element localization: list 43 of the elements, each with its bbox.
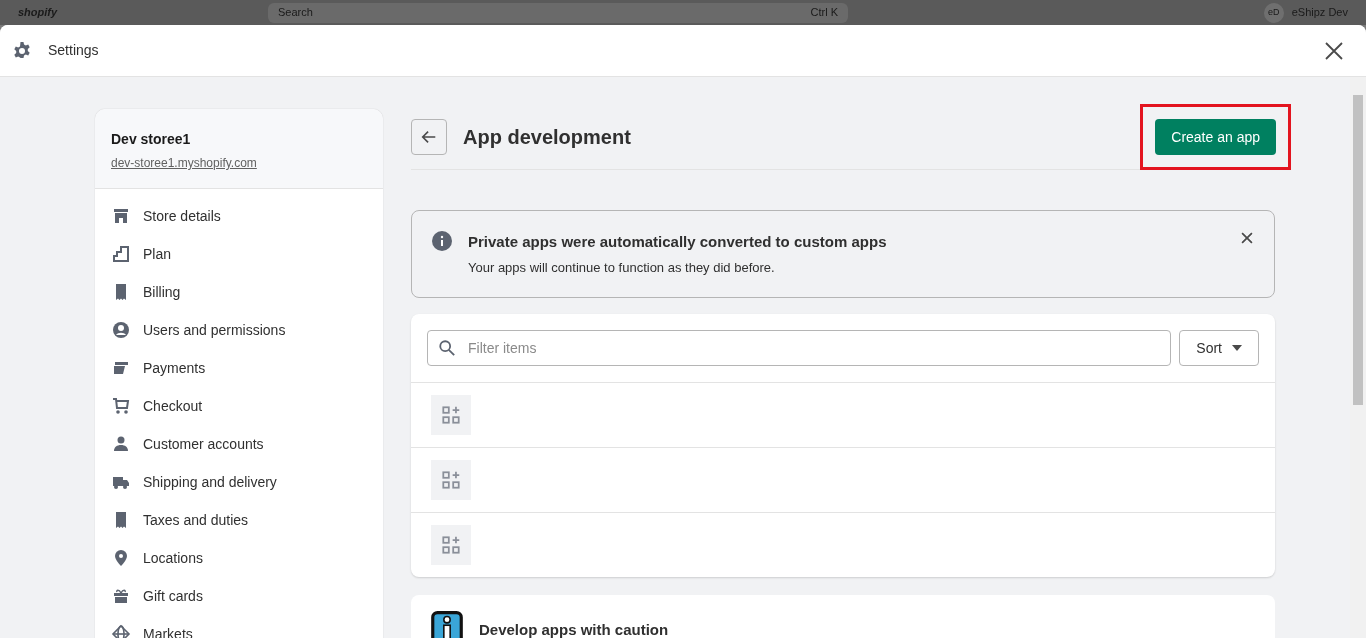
back-button[interactable]: [411, 119, 447, 155]
sidebar-item[interactable]: Billing: [95, 273, 383, 311]
search-placeholder: Search: [278, 5, 313, 21]
sidebar-item[interactable]: Customer accounts: [95, 425, 383, 463]
sidebar-item[interactable]: Locations: [95, 539, 383, 577]
caret-icon: [1232, 345, 1242, 351]
close-icon[interactable]: [1240, 231, 1254, 245]
settings-icon: [12, 40, 32, 61]
plan-icon: [111, 244, 131, 264]
apps-icon: [440, 534, 462, 556]
banner-text: Your apps will continue to function as they did before.: [468, 258, 776, 277]
user-name: eShipz Dev: [1291, 5, 1348, 21]
user-icon: [111, 320, 131, 340]
banner-title: Private apps were automatically converted to custom apps: [468, 232, 888, 252]
cart-icon: [111, 396, 131, 416]
shortcut-hint: Ctrl K: [810, 5, 838, 21]
filter-field[interactable]: Filter items: [427, 330, 1172, 366]
caution-title: Develop apps with caution: [479, 620, 669, 638]
search-icon: [438, 339, 456, 357]
info-icon: [432, 231, 452, 251]
sidebar-item[interactable]: Plan: [95, 235, 383, 273]
store-url-link[interactable]: dev-storee1.myshopify.com: [111, 156, 257, 170]
logo: shopify: [18, 5, 59, 21]
globe-icon: [111, 624, 131, 638]
sidebar-item[interactable]: Gift cards: [95, 577, 383, 615]
create-app-button[interactable]: Create an app: [1155, 119, 1276, 155]
sidebar-item[interactable]: Taxes and duties: [95, 501, 383, 539]
close-icon[interactable]: [1324, 40, 1344, 61]
sidebar-item[interactable]: Markets: [95, 615, 383, 638]
page-title: App development: [463, 125, 631, 150]
person-icon: [111, 434, 131, 454]
sidebar-item[interactable]: Users and permissions: [95, 311, 383, 349]
apps-icon: [440, 404, 462, 426]
store-name: Dev storee1: [111, 130, 192, 149]
sidebar-item[interactable]: Store details: [95, 197, 383, 235]
apps-icon: [440, 469, 462, 491]
sort-button[interactable]: Sort: [1179, 330, 1259, 366]
sidebar-item[interactable]: Checkout: [95, 387, 383, 425]
back-arrow-icon: [420, 128, 438, 146]
sidebar-item[interactable]: Shipping and delivery: [95, 463, 383, 501]
store-icon: [111, 206, 131, 226]
sidebar-item[interactable]: Payments: [95, 349, 383, 387]
window-title: Settings: [48, 41, 99, 60]
